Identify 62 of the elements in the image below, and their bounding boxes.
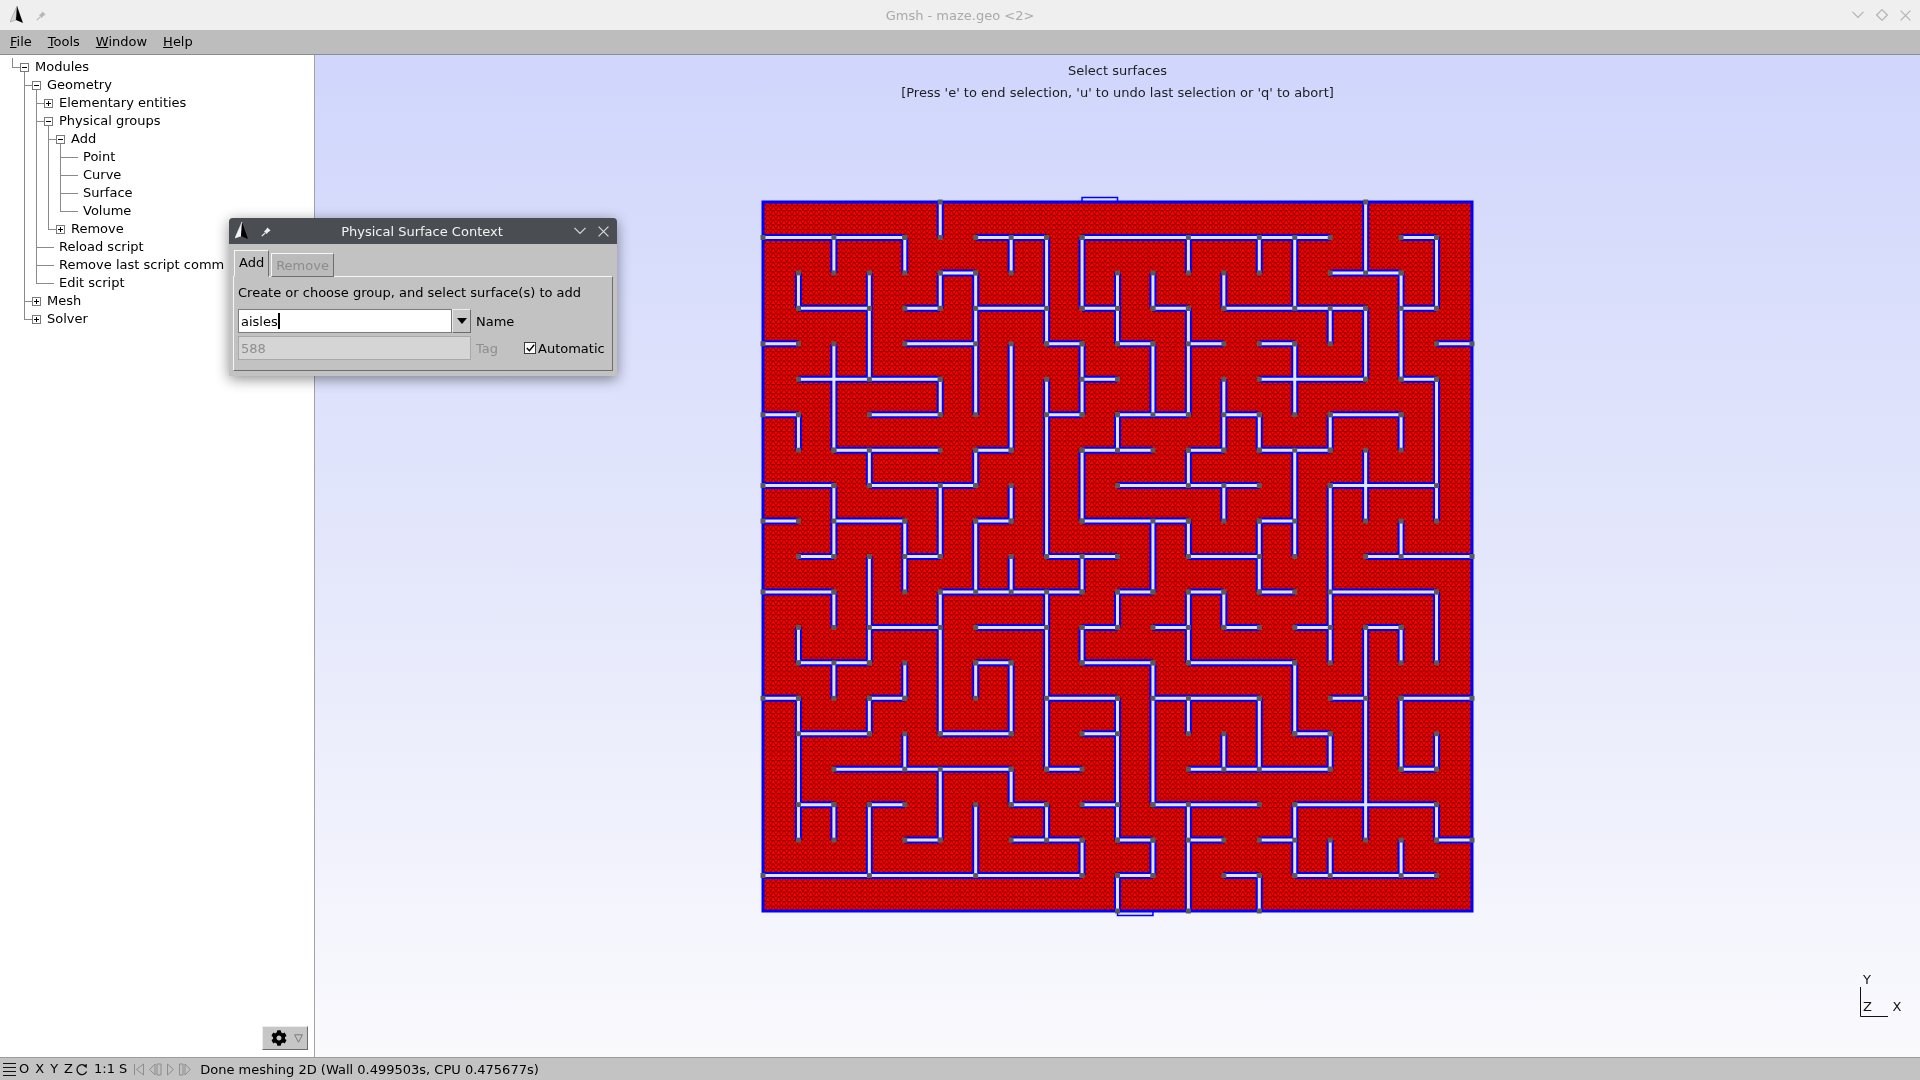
dropdown-button[interactable] [452, 309, 471, 333]
tree-item[interactable]: Point [83, 148, 116, 166]
minus-box-icon[interactable] [20, 63, 29, 72]
chevron-down-icon[interactable] [574, 227, 586, 235]
tree-item[interactable]: Modules [35, 58, 90, 76]
tree-item[interactable]: Remove [71, 220, 124, 238]
tree-item[interactable]: Surface [83, 184, 133, 202]
tree-item[interactable]: Geometry [47, 76, 112, 94]
plus-box-icon[interactable] [44, 99, 53, 108]
name-input-field[interactable]: aisles [238, 309, 452, 333]
dialog-title: Physical Surface Context [341, 223, 503, 239]
menu-icon[interactable] [3, 1061, 16, 1077]
settings-icon [271, 1030, 287, 1046]
checkbox-label: Automatic [538, 340, 605, 356]
tree-item[interactable]: Reload script [59, 238, 144, 256]
axes-drawing [1860, 987, 1890, 1017]
tree-item[interactable]: Add [71, 130, 97, 148]
axis-label: Y [1863, 972, 1871, 987]
plus-box-icon[interactable] [32, 315, 41, 324]
view-button[interactable]: Z [61, 1059, 76, 1079]
toolbar-button[interactable]: S [116, 1059, 130, 1079]
view-button[interactable]: Y [47, 1059, 62, 1079]
status-message: Done meshing 2D (Wall 0.499503s, CPU 0.475677s) [200, 1061, 539, 1077]
caret-icon [294, 1033, 303, 1043]
close-icon[interactable] [598, 225, 609, 237]
caret-icon [456, 318, 467, 324]
view-button[interactable]: O [16, 1059, 33, 1079]
menu-item[interactable]: File [2, 32, 40, 52]
minus-box-icon[interactable] [32, 81, 41, 90]
prompt-hint: [Press 'e' to end selection, 'u' to undo last selection or 'q' to abort] [901, 84, 1334, 102]
menu-item[interactable]: Help [155, 32, 201, 52]
tree-item[interactable]: Mesh [47, 292, 82, 310]
axis-label: X [1892, 998, 1902, 1014]
axis-label: Z [1863, 998, 1872, 1014]
tree-item[interactable]: Physical groups [59, 112, 161, 130]
tree-item[interactable]: Remove last script comm [59, 256, 225, 274]
tree-item[interactable]: Volume [83, 202, 132, 220]
checkbox[interactable] [524, 342, 536, 354]
minus-box-icon[interactable] [56, 135, 65, 144]
rotate-icon[interactable] [76, 1062, 88, 1076]
tree-item[interactable]: Solver [47, 310, 88, 328]
tab[interactable]: Add [234, 250, 270, 277]
plus-box-icon[interactable] [32, 297, 41, 306]
pin-icon[interactable] [261, 225, 272, 237]
menu-item[interactable]: Window [87, 32, 156, 52]
plus-box-icon[interactable] [56, 225, 65, 234]
window-title: Gmsh - maze.geo <2> [885, 7, 1035, 23]
settings-button[interactable] [262, 1026, 308, 1050]
tree-item[interactable]: Edit script [59, 274, 125, 292]
sail-logo-icon [235, 222, 249, 240]
check-icon [525, 344, 535, 352]
instruction-text: Create or choose group, and select surface(s) to add [238, 284, 583, 302]
tree-item[interactable]: Curve [83, 166, 122, 184]
scale-button[interactable]: 1:1 [92, 1059, 117, 1079]
view-button[interactable]: X [32, 1059, 48, 1079]
field-label: Name [476, 313, 515, 329]
text-cursor-icon [277, 313, 280, 329]
sail-logo-icon [10, 6, 24, 24]
prompt-title: Select surfaces [1067, 62, 1168, 80]
menu-item[interactable]: Tools [39, 32, 88, 52]
minus-box-icon[interactable] [44, 117, 53, 126]
tree-item[interactable]: Elementary entities [59, 94, 187, 112]
